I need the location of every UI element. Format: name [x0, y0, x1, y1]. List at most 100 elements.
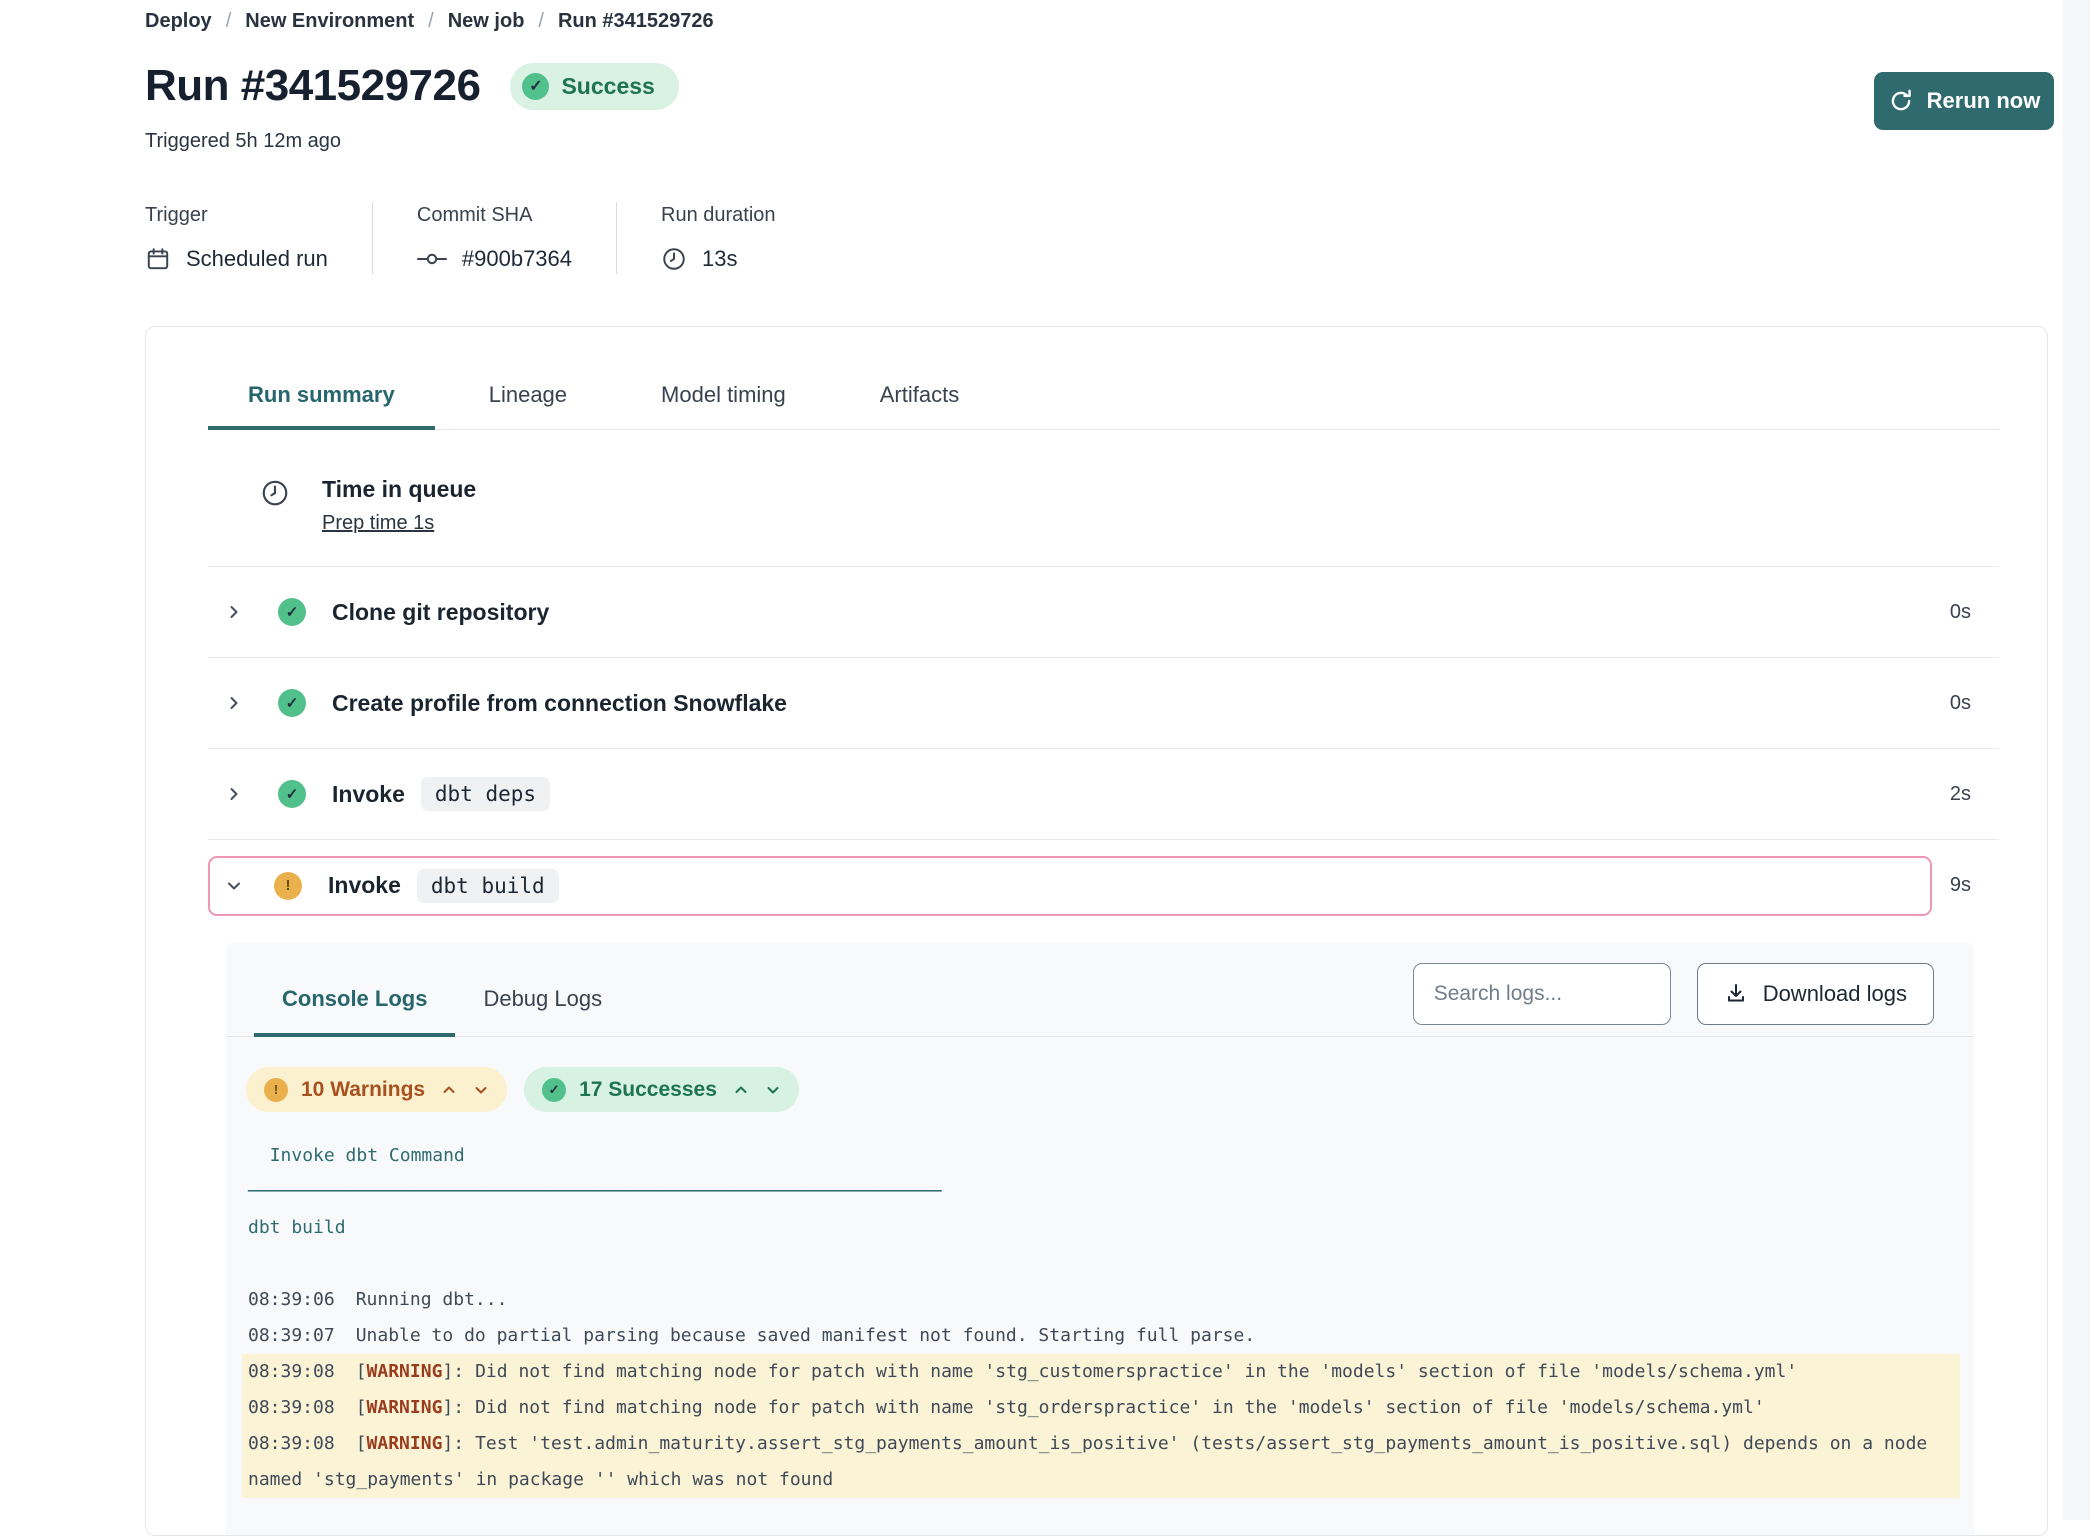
clock-icon	[661, 246, 687, 272]
tab-lineage[interactable]: Lineage	[449, 381, 607, 429]
prep-time-link[interactable]: Prep time 1s	[322, 510, 434, 536]
step-invoke-dbt-deps[interactable]: ✓ Invoke dbt deps 2s	[208, 749, 1999, 840]
log-message: Did not find matching node for patch wit…	[475, 1397, 1765, 1418]
step-name: Invoke	[328, 872, 401, 899]
step-invoke-dbt-build[interactable]: ! Invoke dbt build	[208, 856, 1932, 916]
tab-model-timing[interactable]: Model timing	[621, 381, 826, 429]
log-tabs: Console Logs Debug Logs	[254, 985, 630, 1036]
run-detail-page: Deploy / New Environment / New job / Run…	[145, 0, 2048, 1536]
prev-success-chevron-up-icon[interactable]	[733, 1082, 749, 1098]
step-command-chip: dbt deps	[421, 777, 550, 811]
tab-console-logs[interactable]: Console Logs	[254, 985, 455, 1037]
chevron-right-icon[interactable]	[226, 695, 242, 711]
log-warning-line: 08:39:08 [WARNING]: Did not find matching …	[242, 1354, 1960, 1390]
log-timestamp: 08:39:08	[248, 1433, 335, 1454]
download-icon	[1724, 982, 1748, 1006]
download-logs-label: Download logs	[1763, 981, 1907, 1007]
breadcrumb-separator: /	[428, 8, 434, 34]
log-message: Test 'test.admin_maturity.assert_stg_pay…	[248, 1433, 1938, 1490]
console-log-output[interactable]: Invoke dbt Command ─────────────────────…	[226, 1138, 1974, 1498]
trigger-meta: Trigger Scheduled run	[145, 202, 372, 274]
chevron-right-icon[interactable]	[226, 786, 242, 802]
commit-meta: Commit SHA #900b7364	[372, 202, 616, 274]
next-warning-chevron-down-icon[interactable]	[473, 1082, 489, 1098]
step-invoke-dbt-build-row: ! Invoke dbt build 9s	[208, 840, 1999, 931]
log-message: Running dbt...	[356, 1289, 508, 1310]
step-name: Clone git repository	[332, 599, 549, 626]
log-timestamp: 08:39:08	[248, 1361, 335, 1382]
status-badge: ✓ Success	[510, 63, 678, 110]
log-line: Invoke dbt Command	[242, 1138, 1960, 1174]
step-duration: 9s	[1950, 874, 1971, 897]
log-timestamp: 08:39:08	[248, 1397, 335, 1418]
run-metadata: Trigger Scheduled run Commit SHA #900b73…	[145, 202, 2048, 274]
status-badge-label: Success	[561, 73, 654, 100]
next-success-chevron-down-icon[interactable]	[765, 1082, 781, 1098]
success-check-icon: ✓	[278, 598, 306, 626]
log-message: Did not find matching node for patch wit…	[475, 1361, 1797, 1382]
tab-artifacts[interactable]: Artifacts	[840, 381, 999, 429]
commit-icon	[417, 251, 447, 267]
log-warning-line: 08:39:08[WARNING]:Test 'test.admin_matur…	[242, 1426, 1960, 1498]
page-title: Run #341529726	[145, 58, 480, 114]
step-duration: 0s	[1950, 601, 1971, 624]
rerun-now-label: Rerun now	[1927, 88, 2041, 114]
refresh-icon	[1888, 88, 1914, 114]
time-in-queue-section: Time in queue Prep time 1s	[208, 430, 1999, 567]
clock-icon	[260, 478, 290, 536]
success-check-icon: ✓	[278, 780, 306, 808]
download-logs-button[interactable]: Download logs	[1697, 963, 1934, 1025]
chevron-down-icon[interactable]	[226, 878, 242, 894]
log-warning-line: 08:39:08 [WARNING]: Did not find matching …	[242, 1390, 1960, 1426]
log-line: 08:39:06 Running dbt...	[242, 1282, 1960, 1318]
breadcrumb-deploy[interactable]: Deploy	[145, 8, 212, 34]
rerun-now-button[interactable]: Rerun now	[1874, 72, 2054, 130]
breadcrumb-separator: /	[226, 8, 232, 34]
commit-label: Commit SHA	[417, 202, 572, 228]
warning-exclamation-icon: !	[264, 1078, 288, 1102]
time-in-queue-title: Time in queue	[322, 474, 476, 504]
breadcrumb: Deploy / New Environment / New job / Run…	[145, 8, 2048, 34]
log-line: dbt build	[242, 1210, 1960, 1246]
successes-badge: ✓ 17 Successes	[524, 1067, 799, 1112]
success-check-icon: ✓	[278, 689, 306, 717]
log-timestamp: 08:39:07	[248, 1325, 335, 1346]
step-command-chip: dbt build	[417, 869, 559, 903]
chevron-right-icon[interactable]	[226, 604, 242, 620]
warnings-count-label: 10 Warnings	[301, 1078, 425, 1102]
success-check-icon: ✓	[542, 1078, 566, 1102]
step-create-profile[interactable]: ✓ Create profile from connection Snowfla…	[208, 658, 1999, 749]
tab-run-summary[interactable]: Run summary	[208, 381, 435, 430]
step-clone-git-repository[interactable]: ✓ Clone git repository 0s	[208, 567, 1999, 658]
triggered-timestamp: Triggered 5h 12m ago	[145, 128, 2048, 154]
run-summary-card: Run summary Lineage Model timing Artifac…	[145, 326, 2048, 1536]
log-line: 08:39:07 Unable to do partial parsing bec…	[242, 1318, 1960, 1354]
commit-sha-value[interactable]: #900b7364	[462, 244, 572, 274]
trigger-value: Scheduled run	[186, 244, 328, 274]
breadcrumb-separator: /	[538, 8, 544, 34]
search-logs-input[interactable]	[1413, 963, 1671, 1025]
log-message: Unable to do partial parsing because sav…	[356, 1325, 1255, 1346]
scrollbar-track[interactable]	[2063, 0, 2090, 1520]
breadcrumb-current-run: Run #341529726	[558, 8, 714, 34]
log-panel: Console Logs Debug Logs Download logs	[226, 943, 1974, 1536]
duration-label: Run duration	[661, 202, 776, 228]
warning-prefix: [WARNING]:	[356, 1397, 464, 1418]
run-tabs: Run summary Lineage Model timing Artifac…	[208, 381, 1999, 430]
log-divider-line: ────────────────────────────────────────…	[242, 1174, 1960, 1210]
step-name: Create profile from connection Snowflake	[332, 690, 787, 717]
check-circle-icon: ✓	[522, 73, 549, 100]
duration-value: 13s	[702, 244, 737, 274]
log-timestamp: 08:39:06	[248, 1289, 335, 1310]
duration-meta: Run duration 13s	[616, 202, 820, 274]
warning-prefix: [WARNING]:	[356, 1361, 464, 1382]
tab-debug-logs[interactable]: Debug Logs	[455, 985, 630, 1036]
breadcrumb-new-job[interactable]: New job	[448, 8, 525, 34]
prev-warning-chevron-up-icon[interactable]	[441, 1082, 457, 1098]
breadcrumb-new-environment[interactable]: New Environment	[245, 8, 414, 34]
warnings-badge: ! 10 Warnings	[246, 1067, 507, 1112]
trigger-label: Trigger	[145, 202, 328, 228]
step-duration: 0s	[1950, 692, 1971, 715]
step-name: Invoke	[332, 781, 405, 808]
step-duration: 2s	[1950, 783, 1971, 806]
